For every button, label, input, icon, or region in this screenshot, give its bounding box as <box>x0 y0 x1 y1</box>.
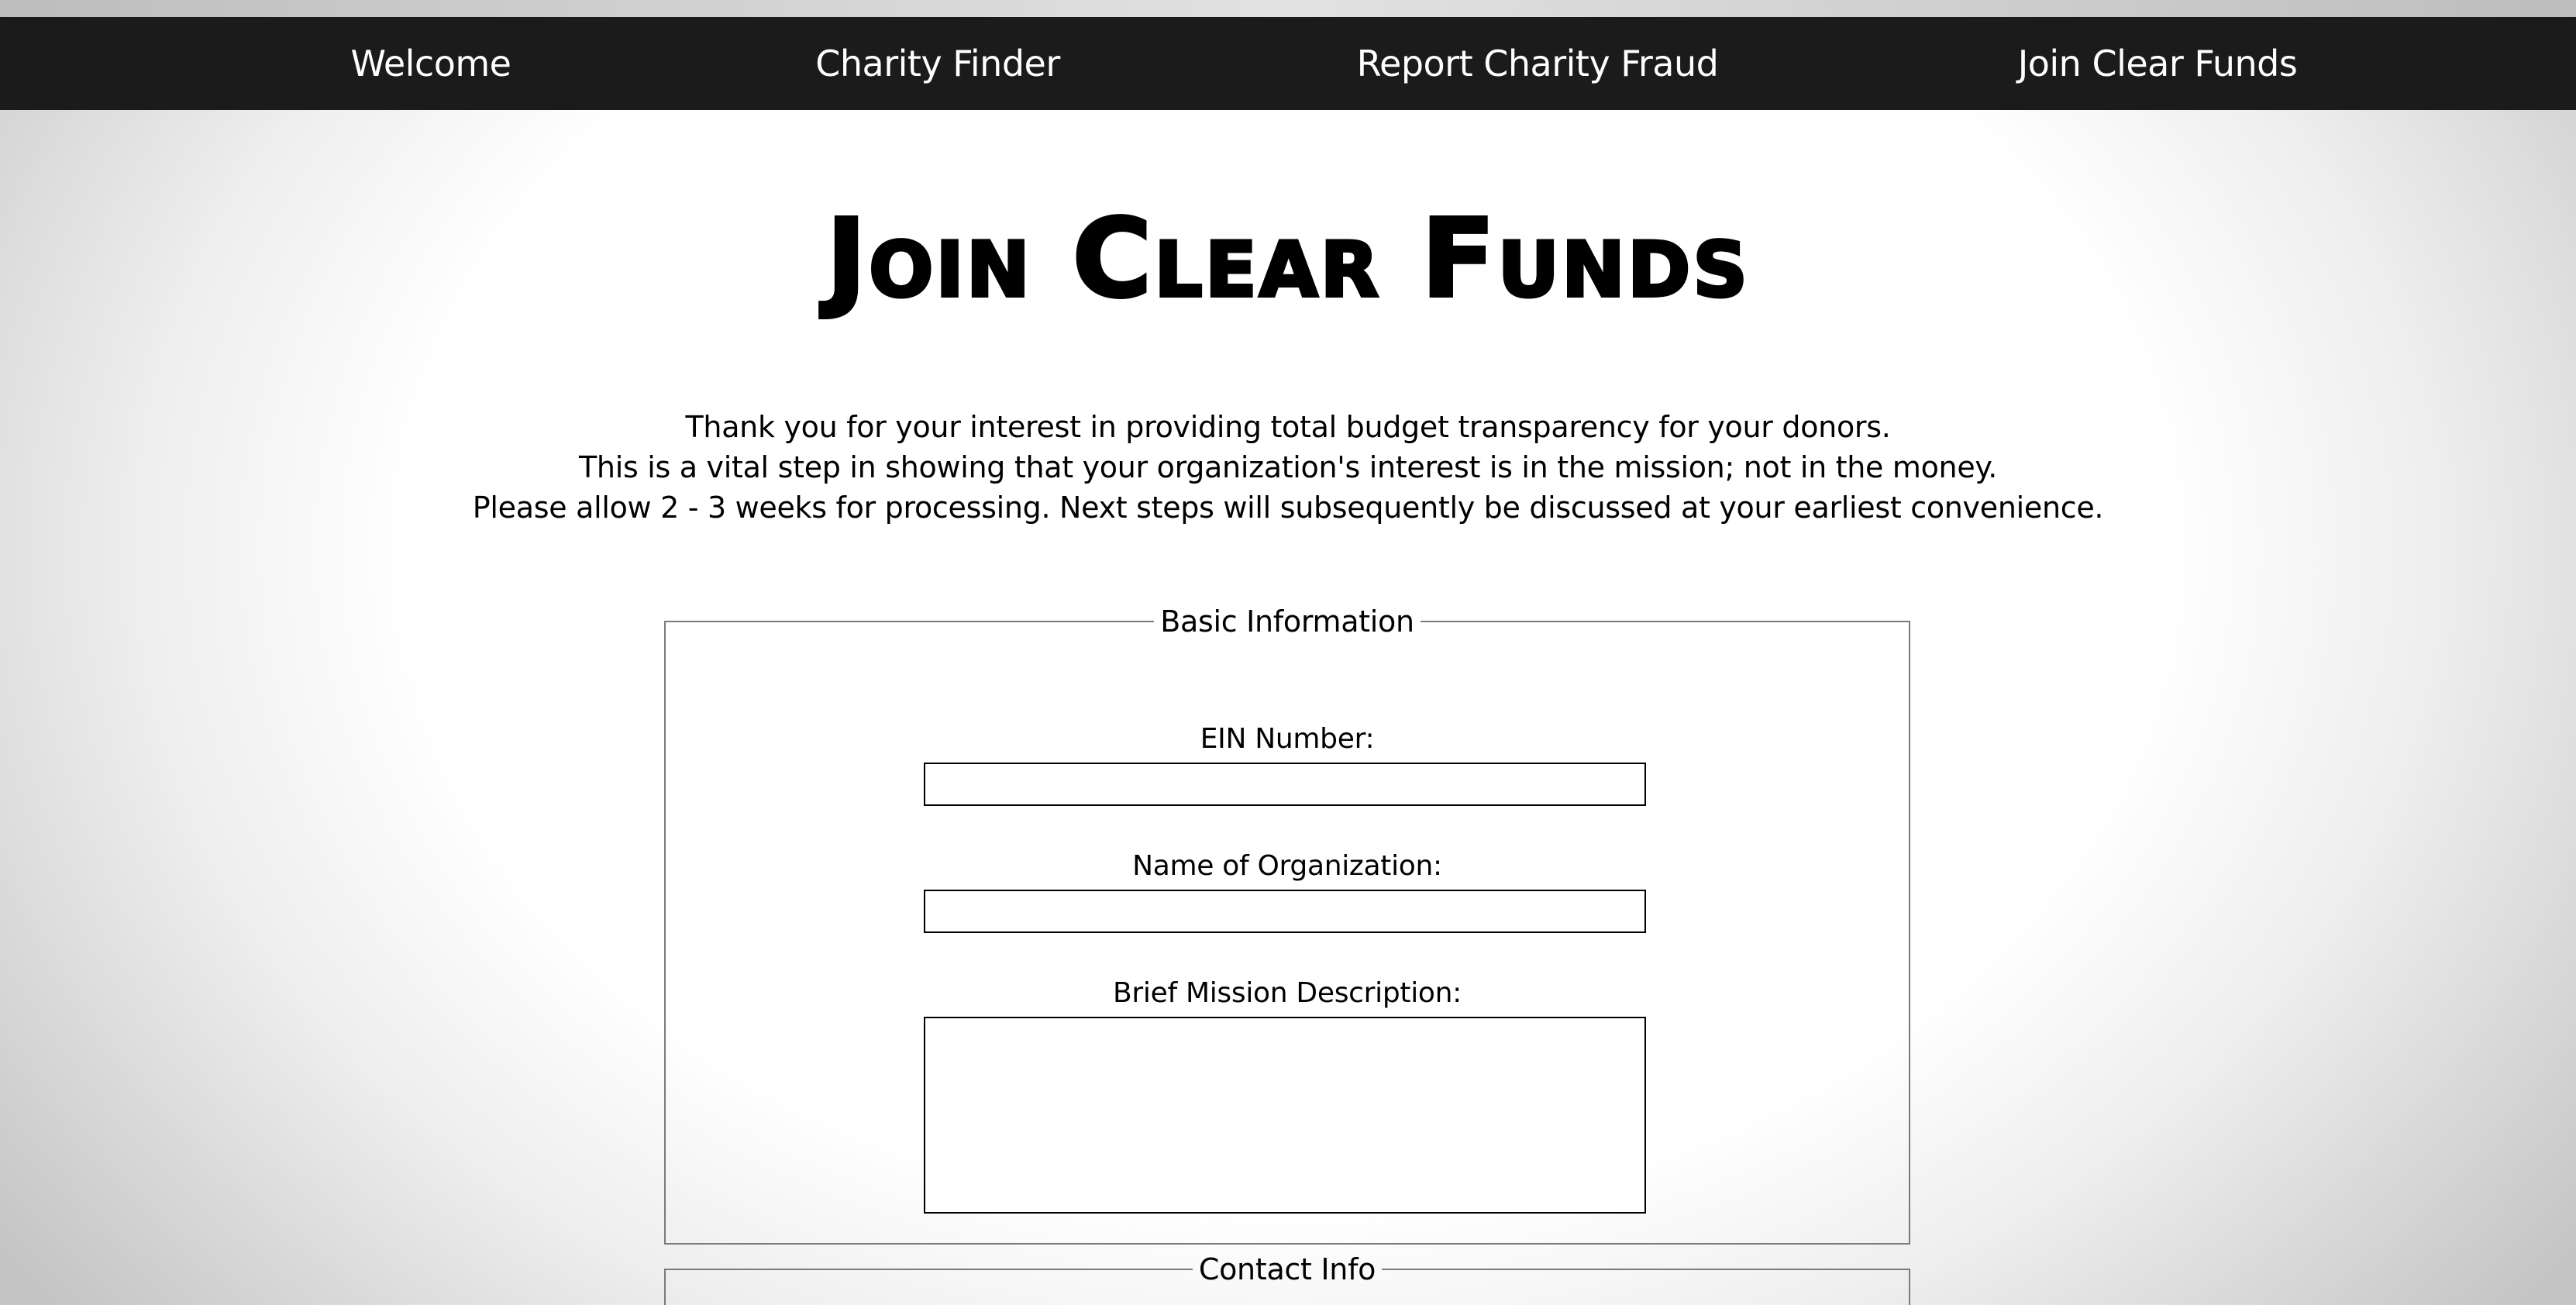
nav-link-report-charity-fraud[interactable]: Report Charity Fraud <box>1357 17 1719 110</box>
top-strip <box>0 0 2576 17</box>
contact-info-legend: Contact Info <box>1198 1252 1376 1286</box>
top-navbar: Welcome Charity Finder Report Charity Fr… <box>0 17 2576 110</box>
basic-information-fieldset: Basic Information EIN Number: Name of Or… <box>664 606 1910 1245</box>
ein-number-input[interactable] <box>924 763 1646 806</box>
intro-line-2: This is a vital step in showing that you… <box>579 450 1997 484</box>
ein-number-label: EIN Number: <box>1200 723 1375 755</box>
basic-information-legend: Basic Information <box>1160 604 1414 639</box>
mission-description-textarea[interactable] <box>924 1017 1646 1214</box>
contact-info-fieldset: Contact Info <box>664 1254 1910 1305</box>
intro-line-3: Please allow 2 - 3 weeks for processing.… <box>472 491 2104 525</box>
nav-link-charity-finder[interactable]: Charity Finder <box>815 17 1060 110</box>
nav-link-join-clear-funds[interactable]: Join Clear Funds <box>2018 17 2298 110</box>
organization-name-label: Name of Organization: <box>1132 850 1442 882</box>
intro-text: Thank you for your interest in providing… <box>0 407 2576 528</box>
mission-description-label: Brief Mission Description: <box>1113 977 1462 1009</box>
intro-line-1: Thank you for your interest in providing… <box>685 410 1891 444</box>
nav-link-welcome[interactable]: Welcome <box>351 17 511 110</box>
organization-name-input[interactable] <box>924 890 1646 933</box>
page-title: Join Clear Funds <box>825 196 1750 323</box>
